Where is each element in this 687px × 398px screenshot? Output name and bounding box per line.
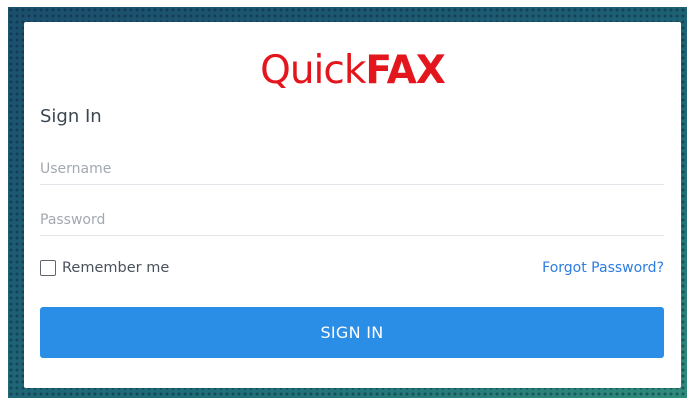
logo-text-fax: FAX — [365, 48, 445, 93]
login-card: QuickFAX Sign In Remember me Forgot Pass… — [24, 22, 681, 388]
quickfax-logo: QuickFAX — [24, 48, 681, 94]
remember-me-checkbox[interactable] — [40, 260, 56, 276]
password-input[interactable] — [40, 205, 664, 236]
sign-in-button[interactable]: SIGN IN — [40, 307, 664, 358]
sign-in-title: Sign In — [40, 106, 102, 127]
username-input[interactable] — [40, 154, 664, 185]
remember-me-toggle[interactable]: Remember me — [40, 260, 169, 276]
remember-me-label: Remember me — [62, 260, 170, 276]
logo-text-quick: Quick — [260, 48, 366, 93]
forgot-password-link[interactable]: Forgot Password? — [542, 260, 664, 276]
